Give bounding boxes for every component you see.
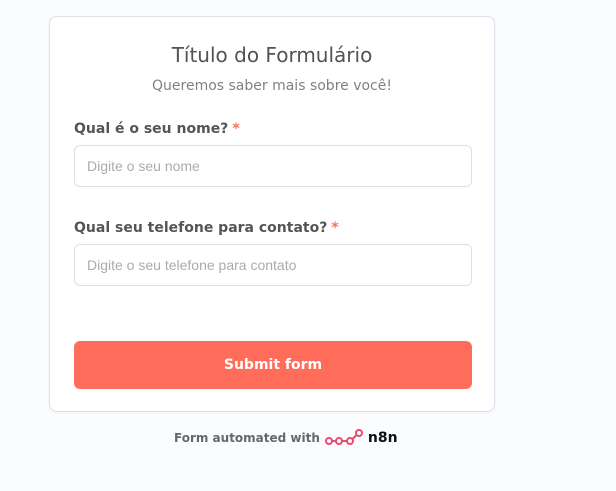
n8n-logo[interactable]: n8n — [324, 428, 398, 448]
name-input[interactable] — [74, 145, 472, 187]
form-title: Título do Formulário — [171, 43, 373, 67]
submit-button[interactable]: Submit form — [74, 341, 472, 389]
form-card: Título do Formulário Queremos saber mais… — [49, 16, 495, 412]
phone-input[interactable] — [74, 244, 472, 286]
name-field-label-text: Qual é o seu nome? — [74, 121, 229, 137]
n8n-logo-text: n8n — [367, 430, 398, 446]
required-marker: * — [331, 220, 339, 236]
phone-field-label-text: Qual seu telefone para contato? — [74, 220, 328, 236]
footer: Form automated with n8n — [174, 427, 398, 449]
phone-field-label: Qual seu telefone para contato? * — [74, 220, 339, 236]
name-field-label: Qual é o seu nome? * — [74, 121, 240, 137]
required-marker: * — [232, 121, 240, 137]
n8n-logo-icon — [324, 429, 363, 445]
footer-text: Form automated with — [174, 431, 320, 445]
form-subtitle: Queremos saber mais sobre você! — [152, 78, 392, 94]
